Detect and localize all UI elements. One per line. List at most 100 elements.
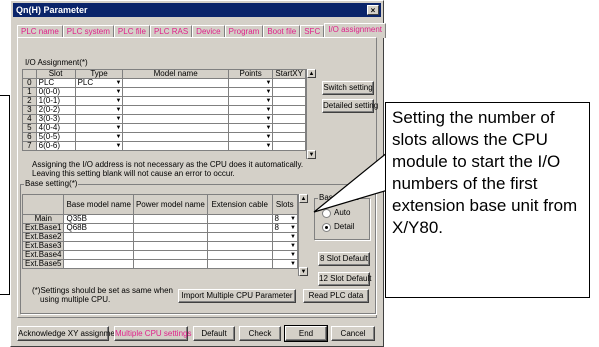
chevron-down-icon: ▼ [115,107,122,113]
io-type-dropdown[interactable]: ▼ [74,87,124,97]
tab-boot-file[interactable]: Boot file [263,25,301,37]
io-assignment-title: I/O Assignment(*) [24,58,89,67]
power-model-cell[interactable] [132,259,208,269]
chevron-down-icon: ▼ [290,261,296,267]
import-multiple-cpu-button[interactable]: Import Multiple CPU Parameter [178,289,296,303]
io-points-dropdown[interactable]: ▼ [227,87,274,97]
io-model-cell[interactable] [122,87,229,97]
io-type-dropdown[interactable]: ▼ [74,132,124,142]
chevron-down-icon: ▼ [115,116,122,122]
ext-cable-cell[interactable] [206,232,273,242]
io-model-cell[interactable] [122,132,229,142]
base-header-base-model: Base model name [63,194,134,215]
close-icon[interactable]: × [367,5,379,15]
slots-dropdown[interactable]: ▼ [271,259,299,269]
io-startxy-cell[interactable] [272,114,306,124]
io-model-cell[interactable] [122,123,229,133]
base-table-scrollbar[interactable]: ▲ ▼ [298,194,308,276]
slots-dropdown[interactable]: 8 ▼ [271,223,299,233]
io-type-dropdown[interactable]: PLC ▼ [74,78,124,88]
detailed-setting-button[interactable]: Detailed setting [322,99,378,113]
io-startxy-cell[interactable] [272,96,306,106]
io-startxy-cell[interactable] [272,141,306,151]
io-type-dropdown[interactable]: ▼ [74,141,124,151]
io-startxy-cell[interactable] [272,78,306,88]
io-points-dropdown[interactable]: ▼ [227,132,274,142]
io-model-cell[interactable] [122,114,229,124]
check-button[interactable]: Check [239,326,281,341]
base-model-cell[interactable] [63,259,134,269]
slots-dropdown[interactable]: ▼ [271,232,299,242]
slot12-default-button[interactable]: 12 Slot Default [318,272,371,286]
base-row-name: Ext.Base5 [21,259,65,269]
io-points-dropdown[interactable]: ▼ [227,123,274,133]
io-startxy-cell[interactable] [272,105,306,115]
read-plc-data-button[interactable]: Read PLC data [303,289,369,303]
base-header-power-model: Power model name [132,194,208,215]
base-model-cell[interactable] [63,250,134,260]
tab-device[interactable]: Device [192,25,225,37]
io-points-dropdown[interactable]: ▼ [227,141,274,151]
base-header-row: Base model name Power model name Extensi… [21,194,299,215]
base-model-cell[interactable] [63,232,134,242]
base-model-cell[interactable] [63,241,134,251]
acknowledge-xy-button[interactable]: Acknowledge XY assignment [17,326,121,341]
tab-plc-system[interactable]: PLC system [62,25,114,37]
power-model-cell[interactable] [132,250,208,260]
io-points-dropdown[interactable]: ▼ [227,114,274,124]
table-row: 4 3(0-3) ▼ ▼ [22,114,306,124]
window-title: Qn(H) Parameter [16,5,88,15]
tab-io-assignment[interactable]: I/O assignment [324,23,387,38]
switch-setting-button[interactable]: Switch setting [322,81,374,95]
slot8-default-button[interactable]: 8 Slot Default [318,252,370,266]
io-type-dropdown[interactable]: ▼ [74,114,124,124]
power-model-cell[interactable] [132,214,208,224]
io-type-dropdown[interactable]: ▼ [74,105,124,115]
io-assignment-table: Slot Type Model name Points StartXY 0 PL… [22,69,306,151]
io-table-scrollbar[interactable]: ▲ ▼ [306,69,316,159]
tab-plc-ras[interactable]: PLC RAS [149,25,193,37]
io-startxy-cell[interactable] [272,87,306,97]
base-mode-detail-radio[interactable]: Detail [322,222,354,232]
power-model-cell[interactable] [132,223,208,233]
table-row: Ext.Base5 ▼ [21,259,299,269]
io-row-no: 7 [22,141,37,151]
table-row: 6 5(0-5) ▼ ▼ [22,132,306,142]
io-model-cell[interactable] [122,78,229,88]
ext-cable-cell[interactable] [206,223,273,233]
io-type-dropdown[interactable]: ▼ [74,96,124,106]
ext-cable-cell[interactable] [206,241,273,251]
chevron-down-icon: ▼ [115,98,122,104]
cancel-button[interactable]: Cancel [331,326,375,341]
io-points-dropdown[interactable]: ▼ [227,78,274,88]
scroll-down-icon[interactable]: ▼ [299,267,308,276]
multiple-cpu-settings-button[interactable]: Multiple CPU settings [114,326,191,341]
tab-program[interactable]: Program [224,25,264,37]
io-model-cell[interactable] [122,96,229,106]
io-type-dropdown[interactable]: ▼ [74,123,124,133]
ext-cable-cell[interactable] [206,259,273,269]
io-startxy-cell[interactable] [272,123,306,133]
io-points-dropdown[interactable]: ▼ [227,96,274,106]
io-startxy-cell[interactable] [272,132,306,142]
io-model-cell[interactable] [122,105,229,115]
slots-dropdown[interactable]: ▼ [271,250,299,260]
base-model-cell[interactable]: Q68B [63,223,134,233]
scroll-up-icon[interactable]: ▲ [299,194,308,203]
ext-cable-cell[interactable] [206,214,273,224]
scroll-up-icon[interactable]: ▲ [307,69,316,78]
table-row: 3 2(0-2) ▼ ▼ [22,105,306,115]
io-points-dropdown[interactable]: ▼ [227,105,274,115]
default-button[interactable]: Default [193,326,235,341]
slots-dropdown[interactable]: ▼ [271,241,299,251]
ext-cable-cell[interactable] [206,250,273,260]
power-model-cell[interactable] [132,241,208,251]
tab-plc-file[interactable]: PLC file [113,25,150,37]
tab-sfc[interactable]: SFC [300,25,325,37]
tab-plc-name[interactable]: PLC name [17,25,63,37]
end-button[interactable]: End [284,325,328,342]
io-model-cell[interactable] [122,141,229,151]
power-model-cell[interactable] [132,232,208,242]
callout-pointer [313,150,389,213]
slots-value: 8 [274,214,279,223]
